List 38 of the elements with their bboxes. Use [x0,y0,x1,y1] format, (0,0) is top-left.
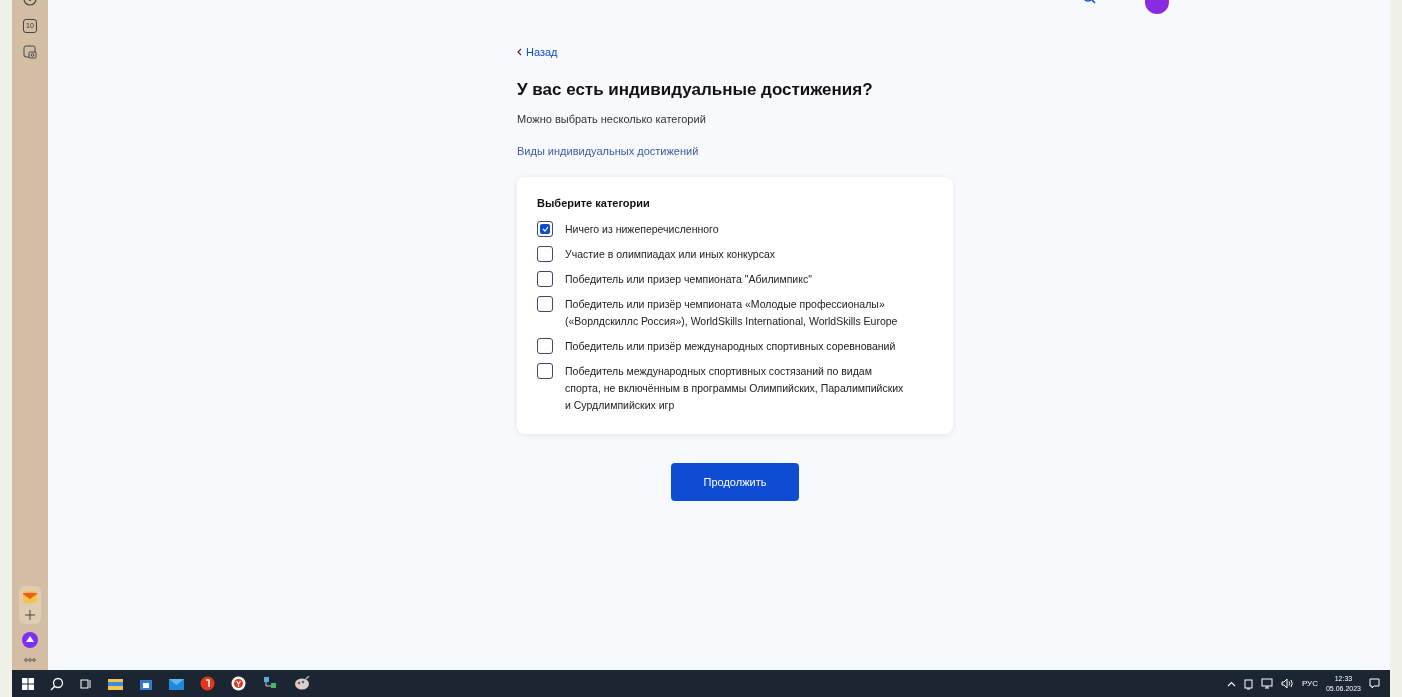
browser-icon[interactable] [200,676,215,691]
option-label: Победитель или призёр чемпионата «Молодые профессионалы» («Ворлдскиллс Россия»), WorldSkills International, WorldSkills Europe [565,297,899,329]
language-indicator[interactable]: РУС [1301,677,1318,690]
continue-button[interactable]: Продолжить [671,463,799,501]
plus-icon[interactable] [24,609,36,621]
folder-icon[interactable] [108,677,123,690]
chevron-up-icon[interactable] [1226,680,1236,687]
palette-icon[interactable] [294,676,310,691]
monitor-icon[interactable] [1260,678,1273,689]
checkbox[interactable] [537,296,553,312]
network-icon[interactable] [262,676,278,691]
notification-icon[interactable] [1369,678,1380,689]
option-label: Победитель международных спортивных состязаний по видам спорта, не включённым в программы Олимпийских, Паралимпийских и Сурдлимпийских игр [565,364,905,413]
page-subtitle: Можно выбрать несколько категорий [517,111,707,127]
checkbox[interactable] [537,338,553,354]
envelope-icon[interactable] [169,677,184,690]
task-view-icon[interactable] [80,677,92,690]
option-label: Участие в олимпиадах или иных конкурсах [565,247,777,262]
checkmark-icon [541,226,549,232]
option-label: Победитель или призер чемпионата "Абилимпикс" [565,272,813,287]
camera-icon[interactable] [23,45,37,59]
checkbox[interactable] [537,271,553,287]
chevron-left-icon [517,48,522,57]
browser-icon[interactable] [231,676,246,691]
checkbox[interactable] [537,363,553,379]
windows-start-icon[interactable] [22,677,34,690]
speaker-icon[interactable] [1280,678,1294,689]
back-link[interactable]: Назад [517,44,558,61]
card-heading: Выберите категории [537,195,651,211]
option-label: Победитель или призёр международных спортивных соревнований [565,339,897,354]
option-label: Ничего из нижеперечисленного [565,222,720,237]
search-icon[interactable] [50,676,64,691]
device-icon[interactable] [1243,677,1253,690]
assistant-icon[interactable] [22,632,38,648]
info-link[interactable]: Виды индивидуальных достижений [517,143,699,160]
page-title: У вас есть индивидуальные достижения? [517,78,874,101]
checkbox[interactable] [537,221,553,237]
checkbox[interactable] [537,246,553,262]
